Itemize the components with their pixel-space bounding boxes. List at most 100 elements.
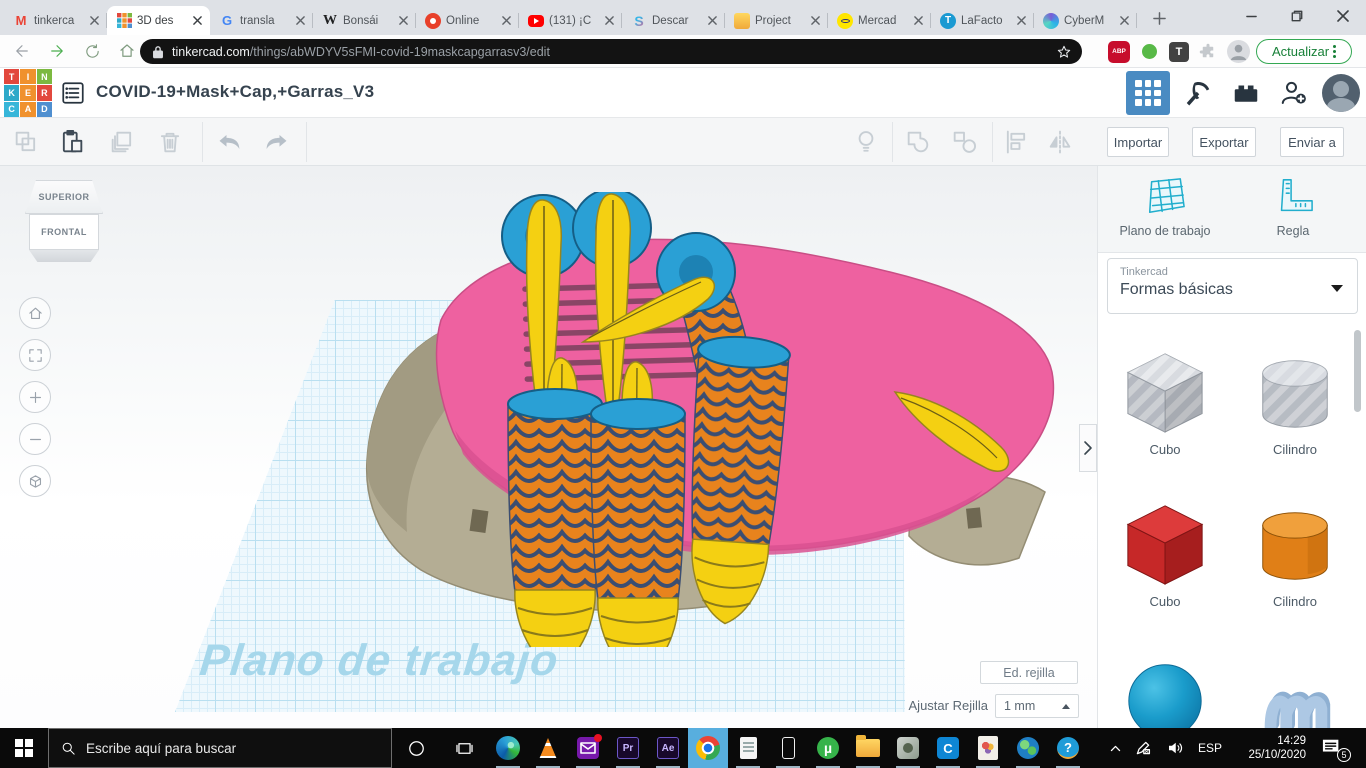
start-button[interactable] [0,728,48,768]
taskbar-notepad[interactable] [728,728,768,768]
zoom-out-button[interactable] [19,423,51,455]
minimize-button[interactable] [1228,0,1274,32]
shape-cube-gray[interactable]: Cubo [1106,348,1224,457]
paste-icon[interactable] [58,128,86,156]
green-extension-icon[interactable] [1142,44,1157,59]
show-desktop-strip[interactable] [1356,728,1366,768]
snap-grid-select[interactable]: 1 mm [995,694,1079,718]
tab-cyberlink[interactable]: CyberM [1034,6,1137,35]
tray-volume-icon[interactable] [1158,728,1192,768]
taskbar-mail[interactable] [568,728,608,768]
tab-lafactoria[interactable]: T LaFacto [931,6,1034,35]
url-field[interactable]: tinkercad.com/things/abWDYV5sFMI-covid-1… [140,39,1082,64]
taskbar-globe-app[interactable] [1008,728,1048,768]
shape-cylinder-gray[interactable]: Cilindro [1236,348,1354,457]
panel-collapse-handle[interactable] [1079,424,1097,472]
group-icon[interactable] [904,128,932,156]
undo-icon[interactable] [216,128,244,156]
tab-project[interactable]: Project [725,6,828,35]
shape-scribble[interactable] [1236,654,1354,728]
mirror-icon[interactable] [1046,128,1074,156]
taskbar-help[interactable]: ? [1048,728,1088,768]
brick-export-icon[interactable] [1226,73,1266,113]
shape-cylinder-orange[interactable]: Cilindro [1236,500,1354,609]
task-view-button[interactable] [440,728,488,768]
3d-viewport[interactable]: Plano de trabajo [0,166,1097,728]
taskbar-chrome-active[interactable] [688,728,728,768]
tab-mercado[interactable]: Mercad [828,6,931,35]
tab-close-icon[interactable] [1117,14,1131,28]
tab-translate[interactable]: G transla [210,6,313,35]
ruler-tool[interactable]: Regla [1238,176,1348,238]
taskbar-explorer[interactable] [848,728,888,768]
align-icon[interactable] [1002,128,1030,156]
design-title[interactable]: COVID-19+Mask+Cap,+Garras_V3 [96,82,374,102]
sidebar-scrollbar[interactable] [1354,330,1361,412]
tab-close-icon[interactable] [499,14,513,28]
tray-clock[interactable]: 14:29 25/10/2020 [1228,728,1312,768]
tab-close-icon[interactable] [911,14,925,28]
invite-collaborator-icon[interactable] [1274,73,1314,113]
taskbar-edge[interactable] [488,728,528,768]
taskbar-search-input[interactable]: Escribe aquí para buscar [48,728,392,768]
copy-icon[interactable] [12,128,40,156]
tab-gmail[interactable]: M tinkerca [4,6,107,35]
close-window-button[interactable] [1320,0,1366,32]
adblock-extension-icon[interactable]: ABP [1108,41,1130,63]
tab-close-icon[interactable] [190,14,204,28]
redo-icon[interactable] [262,128,290,156]
edit-grid-button[interactable]: Ed. rejilla [980,661,1078,684]
new-tab-button[interactable] [1145,4,1173,32]
zoom-in-button[interactable] [19,381,51,413]
tab-close-icon[interactable] [1014,14,1028,28]
shape-cube-red[interactable]: Cubo [1106,500,1224,609]
forward-icon[interactable] [44,38,70,64]
tab-close-icon[interactable] [87,14,101,28]
tab-close-icon[interactable] [808,14,822,28]
ungroup-icon[interactable] [950,128,978,156]
tray-pen-icon[interactable] [1128,728,1158,768]
view-cube-top-face[interactable]: SUPERIOR [25,180,103,214]
home-icon[interactable] [114,38,140,64]
taskbar-aftereffects[interactable]: Ae [648,728,688,768]
tray-expand-icon[interactable] [1102,728,1128,768]
tab-descargas[interactable]: S Descar [622,6,725,35]
back-icon[interactable] [9,38,35,64]
restore-button[interactable] [1274,0,1320,32]
view-cube-front-face[interactable]: FRONTAL [29,214,99,250]
action-center-button[interactable]: 5 [1312,728,1356,768]
tab-online[interactable]: Online [416,6,519,35]
puzzle-extension-icon[interactable] [1199,43,1217,61]
taskbar-camtasia[interactable]: C [928,728,968,768]
fit-view-button[interactable] [19,339,51,371]
tab-tinkercad-active[interactable]: 3D des [107,6,210,35]
t-extension-icon[interactable]: T [1169,42,1189,62]
taskbar-app-1[interactable] [888,728,928,768]
view-cube-bottom-face[interactable] [29,250,99,262]
dashboard-grid-button[interactable] [1126,71,1170,115]
tab-youtube[interactable]: (131) ¡C [519,6,622,35]
home-view-button[interactable] [19,297,51,329]
tab-close-icon[interactable] [602,14,616,28]
tab-close-icon[interactable] [396,14,410,28]
chrome-update-button[interactable]: Actualizar [1256,39,1352,64]
3d-model[interactable] [355,192,1060,647]
user-avatar[interactable] [1322,74,1360,112]
tab-close-icon[interactable] [705,14,719,28]
minecraft-export-icon[interactable] [1178,73,1218,113]
import-button[interactable]: Importar [1107,127,1169,157]
send-to-button[interactable]: Enviar a [1280,127,1344,157]
delete-icon[interactable] [156,128,184,156]
view-cube[interactable]: SUPERIOR FRONTAL [25,180,103,272]
taskbar-vlc[interactable] [528,728,568,768]
tinkercad-logo[interactable]: TIN KER CAD [4,69,52,117]
design-properties-icon[interactable] [60,80,86,106]
cortana-button[interactable] [392,728,440,768]
perspective-toggle-button[interactable] [19,465,51,497]
taskbar-phone[interactable] [768,728,808,768]
show-all-icon[interactable] [852,128,880,156]
tab-close-icon[interactable] [293,14,307,28]
reload-icon[interactable] [79,38,105,64]
shape-sphere-blue[interactable] [1106,654,1224,728]
export-button[interactable]: Exportar [1192,127,1256,157]
